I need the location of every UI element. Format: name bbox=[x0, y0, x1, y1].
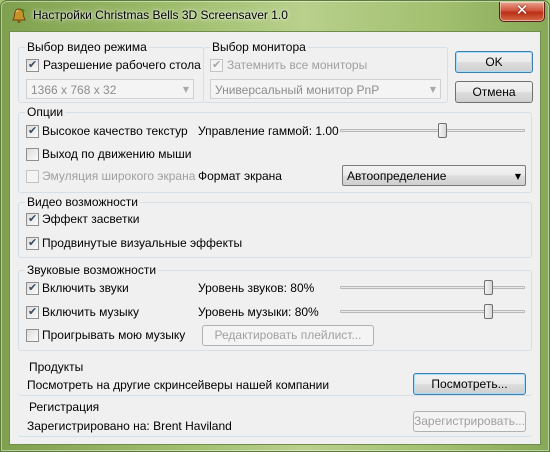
dim-monitors-checkbox[interactable] bbox=[210, 58, 223, 72]
close-button[interactable]: ✕ bbox=[499, 1, 545, 22]
ok-button[interactable]: OK bbox=[455, 51, 533, 73]
widescreen-checkbox[interactable] bbox=[26, 170, 39, 183]
video-features-title: Видео возможности bbox=[25, 195, 140, 209]
sound-title: Звуковые возможности bbox=[25, 263, 159, 277]
advanced-effects-checkbox[interactable] bbox=[26, 236, 39, 250]
desktop-resolution-checkbox[interactable] bbox=[26, 58, 39, 72]
hq-textures-label[interactable]: Высокое качество текстур bbox=[42, 124, 188, 138]
glow-effect-label[interactable]: Эффект засветки bbox=[42, 212, 139, 226]
hq-textures-checkbox[interactable] bbox=[26, 124, 39, 138]
play-my-music-checkbox[interactable] bbox=[26, 329, 39, 342]
enable-sounds-label[interactable]: Включить звуки bbox=[42, 281, 129, 295]
video-mode-title: Выбор видео режима bbox=[25, 40, 149, 54]
gamma-label: Управление гаммой: 1.00 bbox=[198, 124, 339, 138]
screen-format-value: Автоопределение bbox=[347, 169, 447, 183]
registration-title: Регистрация bbox=[27, 400, 102, 414]
exit-mouse-label[interactable]: Выход по движению мыши bbox=[42, 147, 191, 161]
video-features-group: Видео возможности Эффект засветки Продви… bbox=[18, 195, 532, 258]
register-button[interactable]: Зарегистрировать... bbox=[413, 411, 526, 432]
desktop-resolution-label[interactable]: Разрешение рабочего стола bbox=[43, 58, 201, 72]
view-products-button[interactable]: Посмотреть... bbox=[413, 373, 526, 395]
cancel-button[interactable]: Отмена bbox=[455, 81, 533, 103]
chevron-down-icon: ▼ bbox=[429, 85, 436, 94]
chevron-down-icon: ▼ bbox=[182, 85, 189, 94]
widescreen-label[interactable]: Эмуляция широкого экрана bbox=[42, 169, 195, 183]
options-title: Опции bbox=[25, 105, 66, 119]
window-title: Настройки Christmas Bells 3D Screensaver… bbox=[33, 8, 288, 22]
settings-window: Настройки Christmas Bells 3D Screensaver… bbox=[0, 0, 550, 452]
music-level-slider[interactable] bbox=[340, 302, 525, 322]
close-icon: ✕ bbox=[515, 1, 529, 19]
enable-music-label[interactable]: Включить музыку bbox=[42, 305, 139, 319]
video-mode-group: Выбор видео режима Разрешение рабочего с… bbox=[18, 40, 204, 103]
monitor-select[interactable]: Универсальный монитор PnP ▼ bbox=[210, 79, 441, 99]
monitor-value: Универсальный монитор PnP bbox=[215, 83, 380, 97]
products-title: Продукты bbox=[27, 360, 86, 374]
exit-mouse-checkbox[interactable] bbox=[26, 148, 39, 161]
sound-slider-thumb[interactable] bbox=[484, 280, 493, 295]
play-my-music-label[interactable]: Проигрывать мою музыку bbox=[42, 328, 185, 342]
registration-text: Зарегистрировано на: Brent Haviland bbox=[27, 419, 232, 433]
gamma-slider[interactable] bbox=[340, 121, 525, 141]
enable-music-checkbox[interactable] bbox=[26, 305, 39, 319]
music-slider-thumb[interactable] bbox=[484, 304, 493, 319]
glow-effect-checkbox[interactable] bbox=[26, 212, 39, 226]
advanced-effects-label[interactable]: Продвинутые визуальные эффекты bbox=[42, 236, 242, 250]
gamma-slider-thumb[interactable] bbox=[437, 123, 447, 138]
sound-level-label: Уровень звуков: 80% bbox=[198, 281, 315, 295]
options-group: Опции Высокое качество текстур Выход по … bbox=[18, 105, 532, 193]
music-slider-track bbox=[340, 310, 525, 313]
dialog-client-area: Выбор видео режима Разрешение рабочего с… bbox=[9, 31, 541, 445]
gamma-slider-track bbox=[340, 129, 525, 132]
resolution-select[interactable]: 1366 x 768 x 32 ▼ bbox=[26, 79, 194, 99]
chevron-down-icon: ▼ bbox=[514, 172, 521, 181]
monitor-title: Выбор монитора bbox=[210, 40, 308, 54]
music-level-label: Уровень музыки: 80% bbox=[198, 305, 319, 319]
enable-sounds-checkbox[interactable] bbox=[26, 281, 39, 295]
sound-group: Звуковые возможности Включить звуки Вклю… bbox=[18, 263, 532, 351]
resolution-value: 1366 x 768 x 32 bbox=[31, 83, 117, 97]
edit-playlist-button[interactable]: Редактировать плейлист... bbox=[202, 325, 374, 346]
monitor-group: Выбор монитора Затемнить все мониторы Ун… bbox=[203, 40, 448, 103]
sound-slider-track bbox=[340, 286, 525, 289]
sound-level-slider[interactable] bbox=[340, 278, 525, 298]
bell-app-icon bbox=[12, 8, 26, 24]
screen-format-label: Формат экрана bbox=[198, 169, 282, 183]
products-text: Посмотреть на другие скринсейверы нашей … bbox=[27, 378, 330, 392]
dim-monitors-label[interactable]: Затемнить все мониторы bbox=[227, 58, 367, 72]
screen-format-select[interactable]: Автоопределение ▼ bbox=[342, 165, 526, 186]
title-bar[interactable]: Настройки Christmas Bells 3D Screensaver… bbox=[1, 1, 549, 31]
